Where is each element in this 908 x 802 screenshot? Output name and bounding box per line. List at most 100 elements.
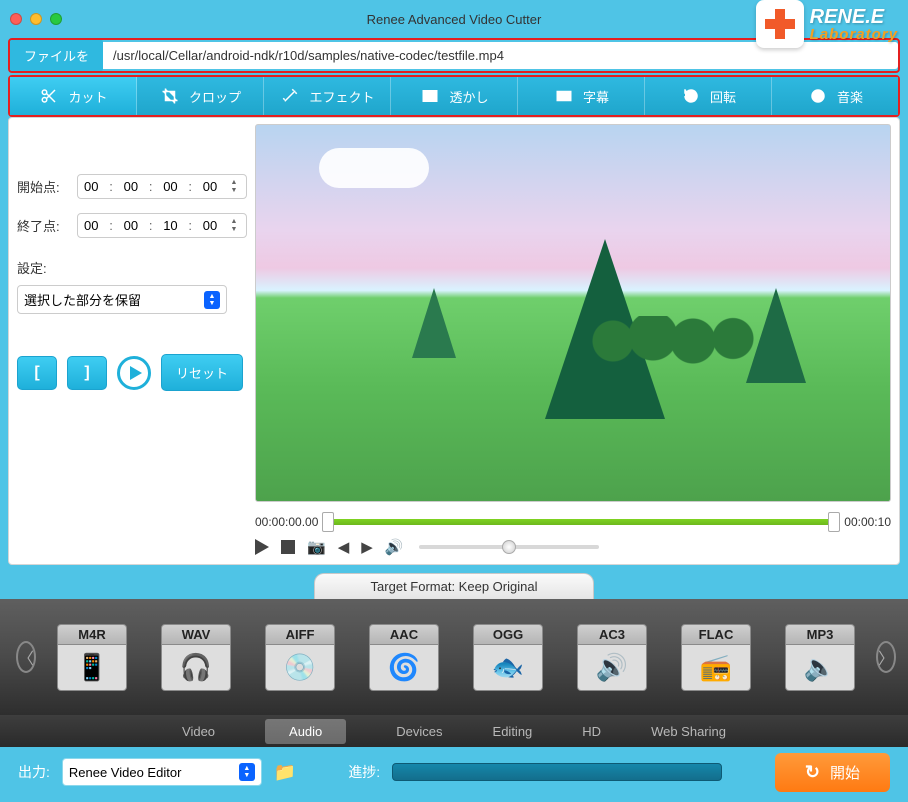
refresh-icon (805, 762, 820, 783)
format-ac3[interactable]: AC3🔊 (576, 624, 648, 691)
tab-crop-label: クロップ (189, 87, 241, 106)
tab-rotate-label: 回転 (710, 87, 736, 106)
watermark-icon (419, 85, 441, 107)
decor-bush (573, 316, 773, 366)
brand-sub: Laboratory (810, 27, 898, 42)
tab-watermark[interactable]: 透かし (391, 77, 518, 115)
setting-selected: 選択した部分を保留 (24, 290, 141, 309)
start-time-input[interactable]: 00: 00: 00: 00 ▲▼ (77, 174, 247, 199)
output-value: Renee Video Editor (69, 765, 182, 780)
format-label: FLAC (681, 624, 751, 645)
format-label: AIFF (265, 624, 335, 645)
chevron-updown-icon: ▲▼ (239, 763, 255, 781)
tab-effect[interactable]: エフェクト (264, 77, 391, 115)
output-select[interactable]: Renee Video Editor ▲▼ (62, 758, 262, 786)
format-ogg[interactable]: OGG🐟 (472, 624, 544, 691)
tab-watermark-label: 透かし (449, 87, 488, 106)
start-button[interactable]: 開始 (775, 753, 890, 792)
tab-crop[interactable]: クロップ (137, 77, 264, 115)
tab-rotate[interactable]: 回転 (645, 77, 772, 115)
playback-controls: 📷 ◀ ▶ 🔊 (255, 538, 891, 556)
time-start: 00:00:00.00 (255, 515, 318, 529)
category-devices[interactable]: Devices (396, 719, 442, 744)
preview-column: 00:00:00.00 00:00:10 📷 ◀ ▶ 🔊 (255, 124, 891, 556)
music-icon (807, 85, 829, 107)
formats-prev[interactable]: 〈 (16, 641, 36, 673)
format-icon: 📻 (681, 645, 751, 691)
category-video[interactable]: Video (182, 719, 215, 744)
brand-name: RENE.E (810, 6, 884, 28)
video-preview[interactable] (255, 124, 891, 502)
rotate-icon (680, 85, 702, 107)
tab-cut-label: カット (68, 87, 107, 106)
tab-effect-label: エフェクト (309, 87, 374, 106)
format-wav[interactable]: WAV🎧 (160, 624, 232, 691)
play-icon[interactable] (255, 539, 269, 555)
volume-icon[interactable]: 🔊 (385, 538, 404, 556)
format-label: WAV (161, 624, 231, 645)
timeline-handle-left[interactable] (322, 512, 334, 532)
tab-music[interactable]: 音楽 (772, 77, 898, 115)
tab-cut[interactable]: カット (10, 77, 137, 115)
progress-bar (392, 763, 722, 781)
format-label: AAC (369, 624, 439, 645)
format-icon: 🔈 (785, 645, 855, 691)
snapshot-icon[interactable]: 📷 (307, 538, 326, 556)
category-editing[interactable]: Editing (493, 719, 533, 744)
chevron-updown-icon: ▲▼ (204, 291, 220, 309)
format-icon: 📱 (57, 645, 127, 691)
tab-subtitle-label: 字幕 (583, 87, 609, 106)
volume-slider[interactable] (419, 545, 599, 549)
setting-select[interactable]: 選択した部分を保留 ▲▼ (17, 285, 227, 314)
mark-in-button[interactable]: [ (17, 356, 57, 390)
end-time-input[interactable]: 00: 00: 10: 00 ▲▼ (77, 213, 247, 238)
timeline-handle-right[interactable] (828, 512, 840, 532)
category-hd[interactable]: HD (582, 719, 601, 744)
time-end: 00:00:10 (844, 515, 891, 529)
reset-button[interactable]: リセット (161, 354, 243, 391)
next-icon[interactable]: ▶ (361, 538, 373, 556)
side-panel: 開始点: 00: 00: 00: 00 ▲▼ 終了点: 00: 00: 10: … (17, 124, 247, 556)
output-label: 出力: (18, 762, 50, 782)
prev-icon[interactable]: ◀ (338, 538, 350, 556)
format-aac[interactable]: AAC🌀 (368, 624, 440, 691)
folder-icon[interactable]: 📁 (274, 762, 296, 783)
progress-label: 進捗: (348, 762, 380, 782)
format-label: M4R (57, 624, 127, 645)
target-format-tab[interactable]: Target Format: Keep Original (314, 573, 594, 599)
format-mp3[interactable]: MP3🔈 (784, 624, 856, 691)
format-icon: 🌀 (369, 645, 439, 691)
crop-icon (159, 85, 181, 107)
format-aiff[interactable]: AIFF💿 (264, 624, 336, 691)
titlebar: Renee Advanced Video Cutter RENE.E Labor… (0, 0, 908, 38)
format-icon: 🐟 (473, 645, 543, 691)
brand-logo: RENE.E Laboratory (756, 0, 898, 48)
format-categories: Video Audio Devices Editing HD Web Sharing (0, 715, 908, 747)
bottom-bar: 出力: Renee Video Editor ▲▼ 📁 進捗: 開始 (0, 747, 908, 797)
wand-icon (279, 85, 301, 107)
scissors-icon (38, 85, 60, 107)
end-stepper[interactable]: ▲▼ (228, 218, 240, 233)
work-area: 開始点: 00: 00: 00: 00 ▲▼ 終了点: 00: 00: 10: … (8, 117, 900, 565)
file-open-button[interactable]: ファイルを (10, 40, 103, 71)
timeline-track[interactable] (324, 514, 838, 530)
format-icon: 🔊 (577, 645, 647, 691)
formats-list: M4R📱 WAV🎧 AIFF💿 AAC🌀 OGG🐟 AC3🔊 FLAC📻 MP3🔈 (56, 624, 856, 691)
start-label: 開始 (830, 762, 860, 783)
mark-out-button[interactable]: ] (67, 356, 107, 390)
start-stepper[interactable]: ▲▼ (228, 179, 240, 194)
decor-cloud (319, 148, 429, 188)
category-audio[interactable]: Audio (265, 719, 346, 744)
category-web-sharing[interactable]: Web Sharing (651, 719, 726, 744)
start-label: 開始点: (17, 177, 67, 196)
tool-tabs: カット クロップ エフェクト 透かし 字幕 回転 音楽 (10, 77, 898, 115)
format-m4r[interactable]: M4R📱 (56, 624, 128, 691)
stop-icon[interactable] (281, 540, 295, 554)
format-flac[interactable]: FLAC📻 (680, 624, 752, 691)
tabs-outline: カット クロップ エフェクト 透かし 字幕 回転 音楽 (8, 75, 900, 117)
tab-subtitle[interactable]: 字幕 (518, 77, 645, 115)
formats-next[interactable]: 〉 (876, 641, 896, 673)
logo-cross-icon (756, 0, 804, 48)
timeline: 00:00:00.00 00:00:10 (255, 514, 891, 530)
play-button[interactable] (117, 356, 151, 390)
